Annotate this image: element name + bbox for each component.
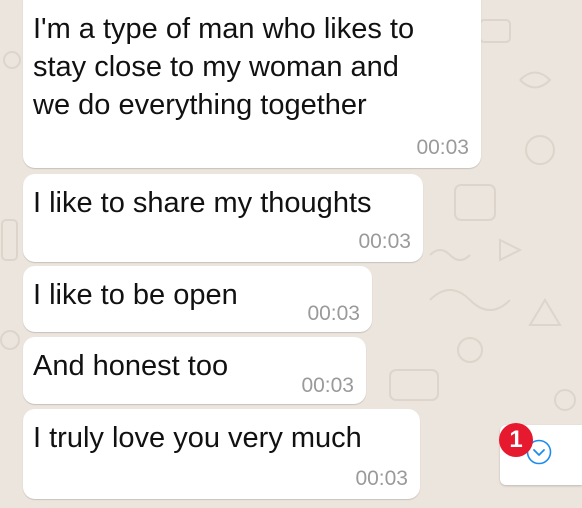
message-text: I'm a type of man who likes to stay clos… (33, 13, 415, 121)
message-text: I like to share my thoughts (33, 187, 372, 219)
message-time: 00:03 (301, 374, 354, 397)
message-text: I like to be open (33, 279, 238, 311)
message-bubble[interactable]: I'm a type of man who likes to stay clos… (23, 0, 481, 168)
message-time: 00:03 (358, 230, 411, 253)
message-time: 00:03 (307, 302, 360, 325)
message-time: 00:03 (416, 136, 469, 159)
message-bubble[interactable]: I like to share my thoughts 00:03 (23, 174, 423, 262)
message-bubble[interactable]: I truly love you very much 00:03 (23, 409, 420, 499)
message-text: And honest too (33, 350, 229, 382)
message-bubble[interactable]: I like to be open 00:03 (23, 266, 372, 332)
unread-count-badge: 1 (499, 423, 533, 457)
message-text: I truly love you very much (33, 422, 362, 454)
message-time: 00:03 (355, 467, 408, 490)
message-bubble[interactable]: And honest too 00:03 (23, 337, 366, 404)
